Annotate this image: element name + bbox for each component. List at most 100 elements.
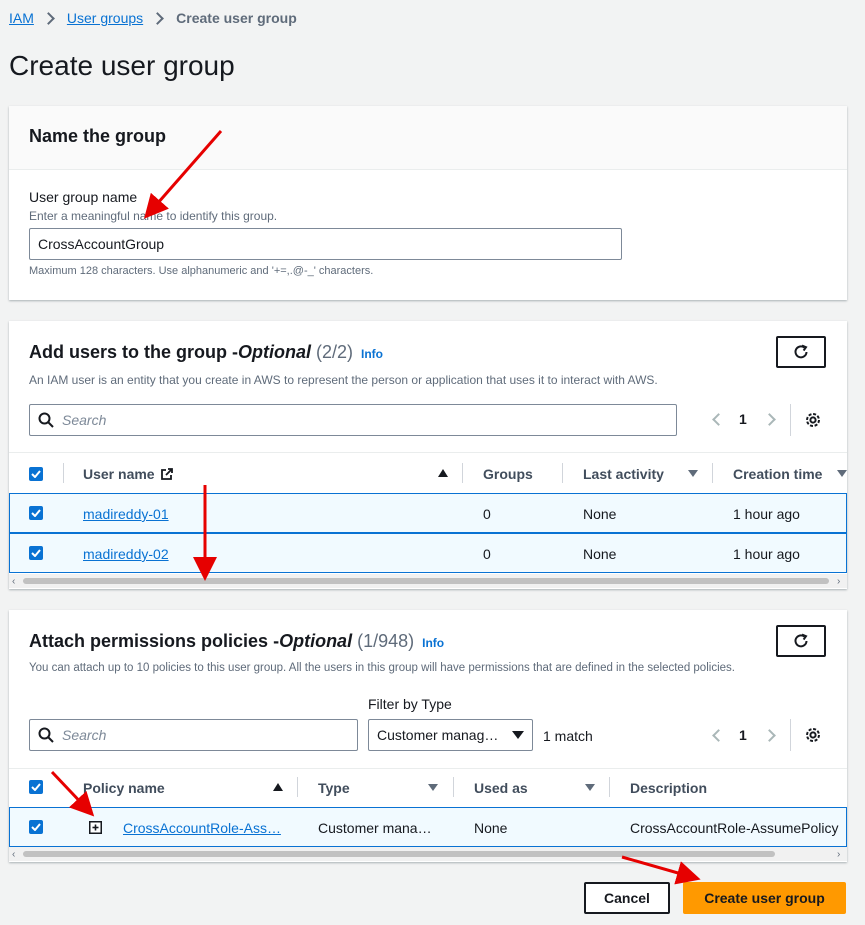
policies-count: (1/948)	[357, 631, 415, 651]
column-description[interactable]: Description	[630, 780, 707, 796]
add-users-title: Add users to the group -	[29, 342, 238, 362]
expand-icon[interactable]	[89, 821, 102, 834]
column-separator	[462, 463, 463, 483]
row-checkbox[interactable]	[29, 546, 43, 560]
optional-label: Optional	[238, 342, 311, 362]
add-users-heading: Add users to the group - Optional (2/2) …	[29, 342, 383, 363]
page-title: Create user group	[9, 50, 235, 81]
scrollbar-thumb[interactable]	[23, 851, 775, 857]
policies-table-header: Policy name Type Used as Description	[9, 768, 847, 806]
attach-policies-description: You can attach up to 10 policies to this…	[29, 662, 735, 674]
user-name-link[interactable]: madireddy-02	[83, 546, 169, 562]
chevron-left-icon[interactable]	[712, 728, 725, 742]
user-last-activity-cell: None	[583, 506, 617, 522]
caret-down-icon	[512, 731, 524, 739]
users-count: (2/2)	[316, 342, 354, 362]
scroll-right-arrow[interactable]: ›	[837, 576, 840, 587]
column-used-as[interactable]: Used as	[474, 780, 528, 796]
column-groups[interactable]: Groups	[483, 466, 533, 482]
column-separator	[297, 777, 298, 797]
sort-ascending-icon[interactable]	[273, 783, 283, 791]
user-creation-time-cell: 1 hour ago	[733, 506, 800, 522]
group-name-input[interactable]: CrossAccountGroup	[29, 228, 622, 260]
column-separator	[562, 463, 563, 483]
refresh-icon	[794, 633, 808, 648]
column-separator	[609, 777, 610, 797]
policy-type-cell: Customer mana…	[318, 820, 432, 836]
table-row[interactable]: madireddy-01 0 None 1 hour ago	[9, 493, 847, 533]
sort-icon[interactable]	[688, 470, 698, 477]
name-group-header: Name the group	[9, 106, 847, 170]
breadcrumb-user-groups-link[interactable]: User groups	[67, 10, 143, 26]
policies-search-input[interactable]: Search	[29, 719, 358, 751]
column-separator	[63, 463, 64, 483]
column-separator	[712, 463, 713, 483]
divider	[790, 404, 791, 436]
column-user-name-label: User name	[83, 466, 155, 482]
search-icon	[38, 727, 54, 743]
optional-label: Optional	[279, 631, 353, 651]
filter-type-select[interactable]: Customer manag…	[368, 719, 533, 751]
users-search-placeholder: Search	[62, 412, 107, 428]
breadcrumb-iam-link[interactable]: IAM	[9, 10, 34, 26]
attach-policies-title: Attach permissions policies -	[29, 631, 280, 651]
policies-page-number[interactable]: 1	[739, 727, 747, 743]
match-count: 1 match	[543, 728, 593, 744]
users-search-input[interactable]: Search	[29, 404, 677, 436]
select-all-users-checkbox[interactable]	[29, 467, 43, 481]
sort-ascending-icon[interactable]	[438, 469, 448, 477]
sort-icon[interactable]	[428, 784, 438, 791]
chevron-right-icon	[151, 11, 165, 25]
policies-refresh-button[interactable]	[776, 625, 826, 657]
user-groups-cell: 0	[483, 546, 491, 562]
chevron-right-icon[interactable]	[762, 412, 776, 426]
table-row[interactable]: CrossAccountRole-Ass… Customer mana… Non…	[9, 807, 847, 847]
scrollbar-thumb[interactable]	[23, 578, 829, 584]
attach-policies-panel: Attach permissions policies - Optional (…	[9, 610, 847, 862]
horizontal-scrollbar[interactable]: ‹ ›	[9, 574, 847, 588]
column-type[interactable]: Type	[318, 780, 350, 796]
column-creation-time[interactable]: Creation time	[733, 466, 822, 482]
sort-icon[interactable]	[837, 470, 847, 477]
name-group-panel: Name the group User group name Enter a m…	[9, 106, 847, 300]
row-checkbox[interactable]	[29, 506, 43, 520]
horizontal-scrollbar[interactable]: ‹ ›	[9, 847, 847, 861]
breadcrumb: IAM User groups Create user group	[9, 10, 297, 26]
group-name-label: User group name	[29, 189, 138, 205]
policy-used-as-cell: None	[474, 820, 508, 836]
column-policy-name[interactable]: Policy name	[83, 780, 165, 796]
users-info-link[interactable]: Info	[361, 347, 383, 361]
search-icon	[38, 412, 54, 428]
filter-type-value: Customer manag…	[377, 727, 499, 743]
scroll-left-arrow[interactable]: ‹	[12, 576, 15, 587]
users-refresh-button[interactable]	[776, 336, 826, 368]
sort-icon[interactable]	[585, 784, 595, 791]
policy-name-link[interactable]: CrossAccountRole-Ass…	[123, 820, 281, 836]
table-row[interactable]: madireddy-02 0 None 1 hour ago	[9, 533, 847, 573]
cancel-button[interactable]: Cancel	[584, 882, 670, 914]
user-name-link[interactable]: madireddy-01	[83, 506, 169, 522]
row-checkbox[interactable]	[29, 820, 43, 834]
external-link-icon	[160, 468, 173, 480]
user-groups-cell: 0	[483, 506, 491, 522]
user-creation-time-cell: 1 hour ago	[733, 546, 800, 562]
group-name-value: CrossAccountGroup	[38, 236, 165, 252]
scroll-left-arrow[interactable]: ‹	[12, 849, 15, 860]
policies-search-placeholder: Search	[62, 727, 107, 743]
attach-policies-heading: Attach permissions policies - Optional (…	[29, 631, 444, 652]
column-separator	[453, 777, 454, 797]
gear-icon[interactable]	[804, 411, 822, 429]
chevron-right-icon[interactable]	[762, 728, 776, 742]
divider	[790, 719, 791, 751]
policies-info-link[interactable]: Info	[422, 636, 444, 650]
column-last-activity[interactable]: Last activity	[583, 466, 664, 482]
policies-pagination: 1	[712, 727, 776, 743]
chevron-right-icon	[42, 11, 55, 25]
gear-icon[interactable]	[804, 726, 822, 744]
select-all-policies-checkbox[interactable]	[29, 780, 43, 794]
create-user-group-button[interactable]: Create user group	[683, 882, 846, 914]
users-page-number[interactable]: 1	[739, 411, 747, 427]
scroll-right-arrow[interactable]: ›	[837, 849, 840, 860]
column-user-name[interactable]: User name	[83, 466, 174, 482]
chevron-left-icon[interactable]	[712, 412, 725, 426]
